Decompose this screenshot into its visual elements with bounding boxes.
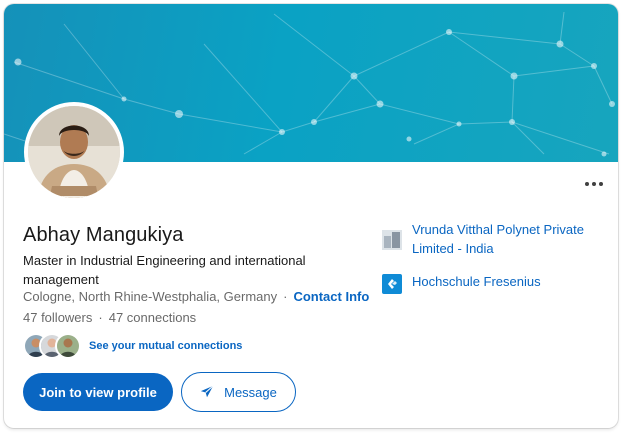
mutual-avatar (55, 333, 81, 359)
hochschule-fresenius-logo (382, 274, 402, 294)
profile-photo (24, 102, 124, 202)
connections-count: 47 connections (108, 310, 197, 325)
profile-headline: Master in Industrial Engineering and int… (23, 253, 306, 287)
org-name-school[interactable]: Hochschule Fresenius (412, 272, 541, 291)
send-arrow-icon (201, 385, 214, 398)
location-text: Cologne, North Rhine-Westphalia, Germany (23, 289, 278, 304)
more-options-button[interactable] (580, 176, 608, 192)
contact-info-link[interactable]: Contact Info (293, 289, 369, 304)
stats-row: 47 followers · 47 connections (23, 310, 196, 325)
org-name-company[interactable]: Vrunda Vitthal Polynet Private Limited -… (412, 220, 612, 258)
message-button-label: Message (224, 384, 277, 400)
company-logo-placeholder (382, 230, 402, 250)
org-item-company[interactable]: Vrunda Vitthal Polynet Private Limited -… (382, 220, 612, 258)
profile-name: Abhay Mangukiya (23, 224, 184, 246)
join-to-view-profile-button[interactable]: Join to view profile (23, 373, 173, 411)
followers-count: 47 followers (23, 310, 93, 325)
location-separator: · (283, 289, 288, 304)
stats-separator: · (98, 310, 103, 325)
mutual-connections: See your mutual connections (23, 332, 242, 360)
organization-list: Vrunda Vitthal Polynet Private Limited -… (382, 220, 612, 308)
location-row: Cologne, North Rhine-Westphalia, Germany… (23, 289, 369, 304)
more-horizontal-icon (585, 182, 603, 186)
org-item-school[interactable]: Hochschule Fresenius (382, 272, 612, 294)
mutual-avatars (23, 332, 81, 360)
message-button[interactable]: Message (181, 372, 296, 412)
mutual-connections-link[interactable]: See your mutual connections (89, 340, 242, 352)
profile-card: Abhay Mangukiya Master in Industrial Eng… (4, 4, 618, 428)
